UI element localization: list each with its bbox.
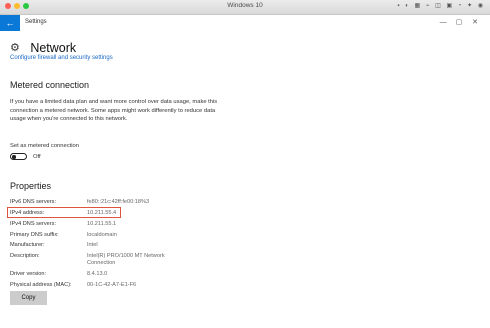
property-value: 10.211.55.4 bbox=[87, 210, 117, 216]
property-row: Physical address (MAC): 00-1C-42-A7-E1-F… bbox=[10, 282, 310, 290]
host-title-bar: Windows 10 ▪ ◐ ▦ ⌁ ◫ ▣ ◔ ✦ ◉ bbox=[0, 0, 490, 15]
toggle-knob bbox=[12, 155, 16, 159]
property-label: Manufacturer: bbox=[10, 242, 45, 248]
window-controls: — ▢ ✕ bbox=[436, 18, 482, 26]
property-row: Primary DNS suffix: localdomain bbox=[10, 232, 310, 240]
property-label: Primary DNS suffix: bbox=[10, 232, 59, 238]
property-row: IPv6 DNS servers: fe80::21c:42ff:fe00:18… bbox=[10, 199, 310, 207]
back-arrow-icon: ← bbox=[5, 18, 15, 28]
property-label: IPv4 DNS servers: bbox=[10, 221, 57, 227]
property-label: IPv6 DNS servers: bbox=[10, 199, 57, 205]
property-value: 8.4.13.0 bbox=[87, 271, 108, 277]
window-title-bar: ← Settings — ▢ ✕ bbox=[0, 15, 490, 31]
close-icon[interactable]: ✕ bbox=[468, 18, 482, 26]
properties-section-title: Properties bbox=[10, 181, 52, 191]
metered-description: If you have a limited data plan and want… bbox=[10, 99, 218, 123]
maximize-icon[interactable]: ▢ bbox=[452, 18, 466, 26]
metered-toggle-state: Off bbox=[33, 154, 41, 160]
property-value: localdomain bbox=[87, 232, 117, 238]
minimize-icon[interactable]: — bbox=[436, 19, 450, 26]
property-label: IPv4 address: bbox=[10, 210, 45, 216]
gear-icon: ⚙ bbox=[10, 42, 20, 55]
property-row: Driver version: 8.4.13.0 bbox=[10, 271, 310, 279]
property-value: 10.211.55.1 bbox=[87, 221, 117, 227]
property-row: IPv4 address: 10.211.55.4 bbox=[10, 210, 310, 218]
property-label: Driver version: bbox=[10, 271, 47, 277]
property-value: fe80::21c:42ff:fe00:18%3 bbox=[87, 199, 150, 205]
metered-toggle[interactable] bbox=[10, 153, 27, 160]
property-row: IPv4 DNS servers: 10.211.55.1 bbox=[10, 221, 310, 229]
back-button[interactable]: ← bbox=[0, 15, 20, 31]
property-label: Physical address (MAC): bbox=[10, 282, 72, 288]
host-status-icons: ▪ ◐ ▦ ⌁ ◫ ▣ ◔ ✦ ◉ bbox=[397, 3, 485, 9]
property-value: Intel(R) PRO/1000 MT Network Connection bbox=[87, 253, 165, 266]
property-value: Intel bbox=[87, 242, 98, 248]
property-value: 00-1C-42-A7-E1-F6 bbox=[87, 282, 137, 288]
window-title: Settings bbox=[25, 19, 47, 25]
property-row: Description: Intel(R) PRO/1000 MT Networ… bbox=[10, 253, 310, 269]
property-label: Description: bbox=[10, 253, 40, 259]
page-title: Network bbox=[30, 40, 77, 55]
property-row: Manufacturer: Intel bbox=[10, 242, 310, 250]
firewall-settings-link[interactable]: Configure firewall and security settings bbox=[10, 55, 113, 61]
copy-button[interactable]: Copy bbox=[10, 291, 47, 305]
metered-section-title: Metered connection bbox=[10, 80, 90, 90]
metered-toggle-label: Set as metered connection bbox=[10, 143, 79, 149]
